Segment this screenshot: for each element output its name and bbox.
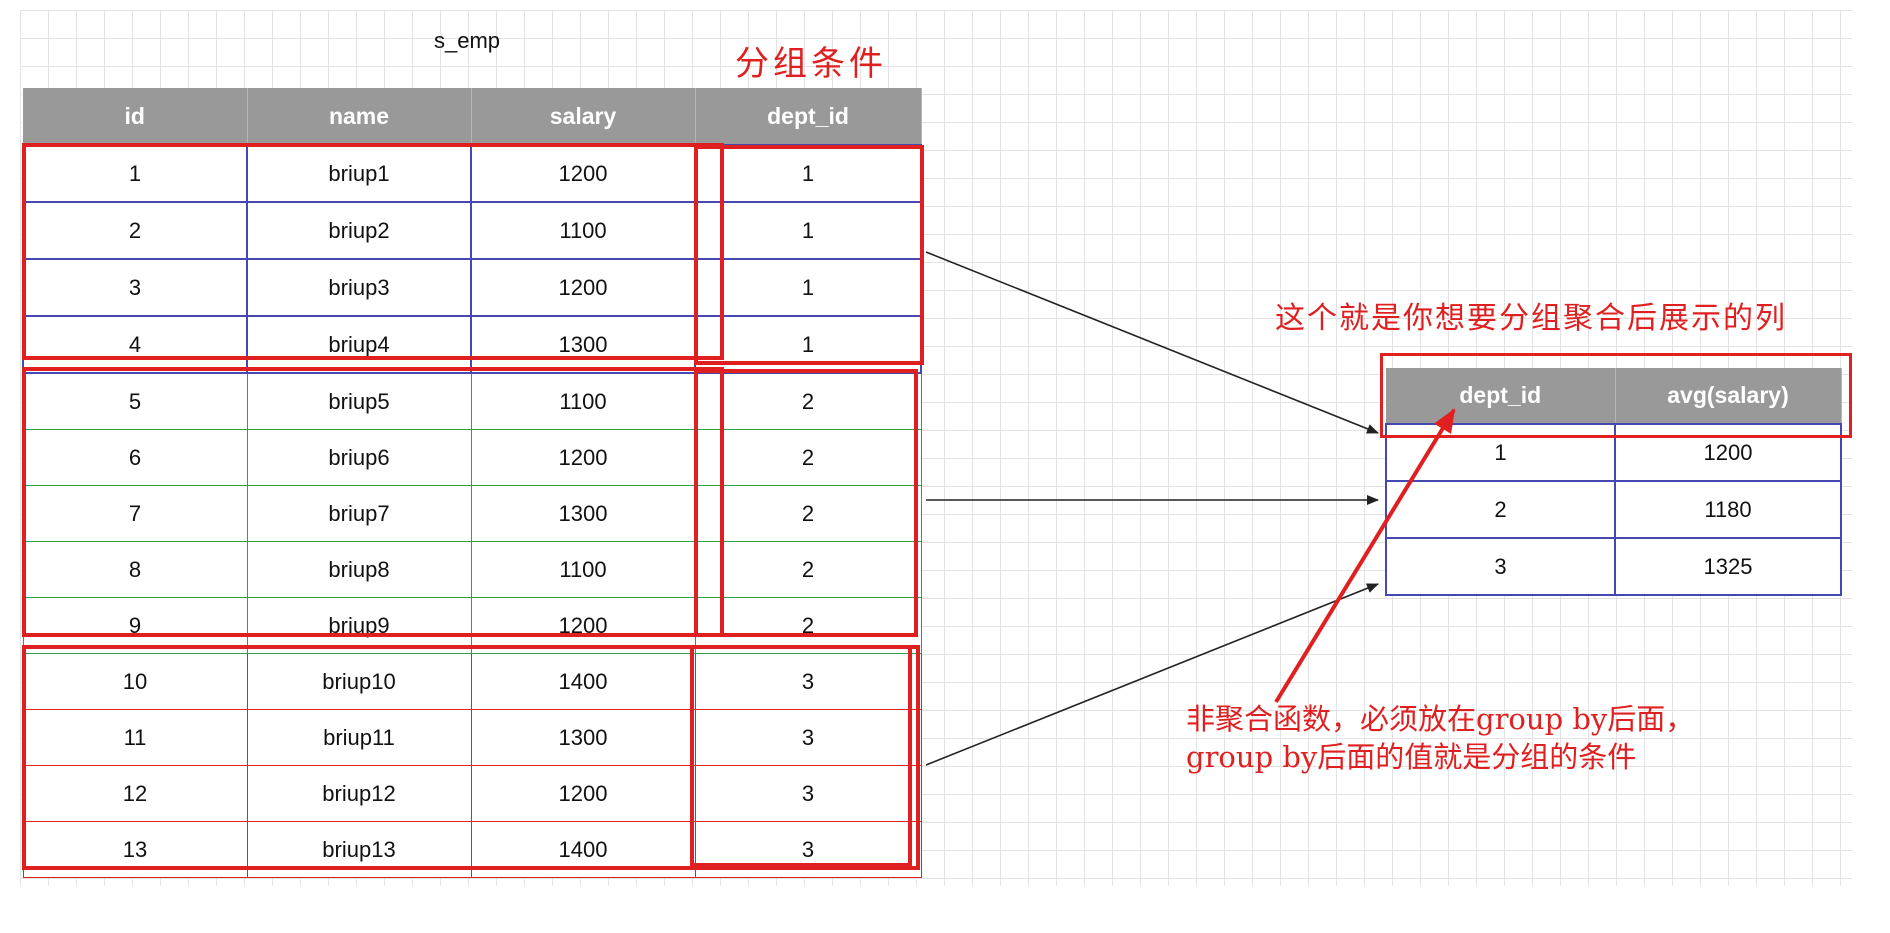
- note-pointer-arrow: [1274, 408, 1456, 704]
- group1-arrow: [925, 251, 1379, 434]
- arrows-layer: [925, 251, 1456, 766]
- group3-arrow: [925, 583, 1379, 766]
